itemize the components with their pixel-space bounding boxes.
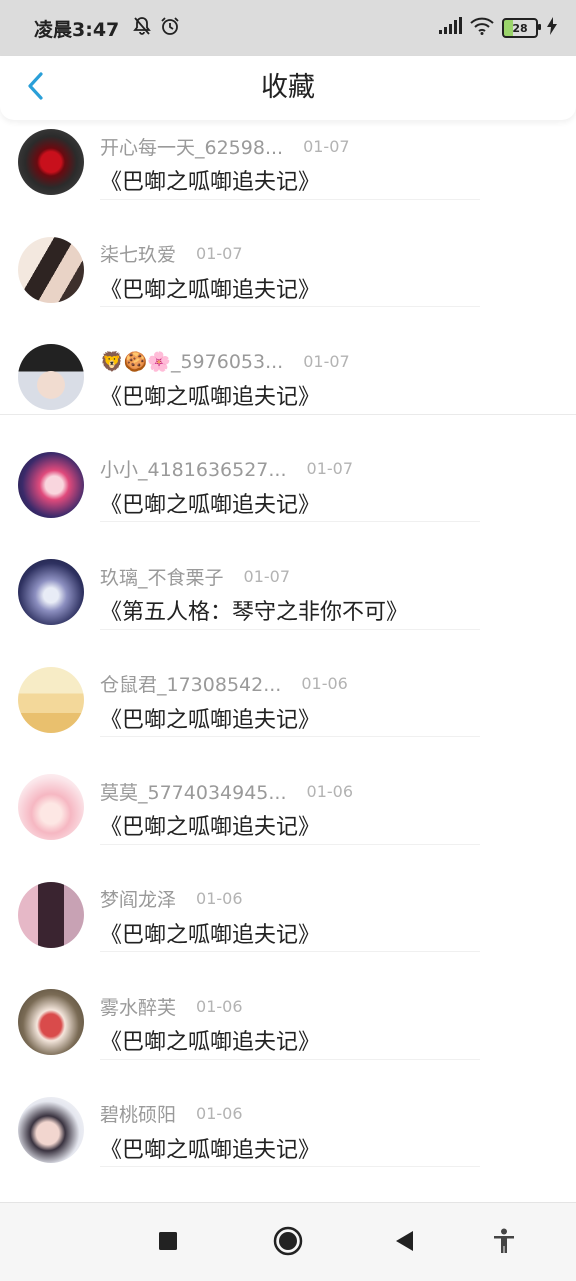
red-rose-icon[interactable] (18, 129, 84, 195)
book-title[interactable]: 《巴啣之呱啣追夫记》 (100, 164, 320, 196)
item-meta: 仓鼠君_17308542... 01-06 (100, 672, 348, 696)
alarm-clock-icon (159, 15, 181, 41)
user-name[interactable]: 梦阎龙泽 (100, 885, 176, 912)
wifi-icon (470, 17, 494, 39)
bell-muted-icon (131, 15, 153, 41)
item-meta: 梦阎龙泽 01-06 (100, 887, 243, 911)
item-meta: 🦁🍪🌸_5976053... 01-07 (100, 349, 350, 373)
status-time: 凌晨3:47 (34, 18, 120, 41)
post-date: 01-06 (196, 889, 243, 908)
item-meta: 碧桃硕阳 01-06 (100, 1102, 243, 1126)
anime-couple-icon[interactable] (18, 236, 84, 303)
book-title[interactable]: 《巴啣之呱啣追夫记》 (100, 917, 320, 949)
charging-icon (546, 17, 558, 39)
accessibility-icon (492, 1228, 516, 1258)
post-date: 01-06 (196, 996, 243, 1016)
post-date: 01-06 (301, 674, 348, 693)
bakery-icon[interactable] (18, 666, 84, 733)
signal-icon (438, 17, 462, 39)
list-item[interactable]: 梦阎龙泽 01-06 《巴啣之呱啣追夫记》 (0, 845, 576, 952)
home-circle-icon (273, 1226, 303, 1260)
post-date: 01-07 (196, 244, 243, 263)
user-name[interactable]: 碧桃硕阳 (100, 1100, 176, 1127)
list-item[interactable]: 柒七玖爱 01-07 《巴啣之呱啣追夫记》 (0, 200, 576, 307)
page-title: 收藏 (261, 72, 315, 103)
back-nav-button[interactable] (384, 1223, 424, 1263)
list-item[interactable]: 玖璃_不食栗子 01-07 《第五人格：琴守之非你不可》 (0, 522, 576, 630)
book-title[interactable]: 《巴啣之呱啣追夫记》 (100, 809, 320, 841)
square-icon (158, 1231, 178, 1255)
status-icons-left (131, 15, 181, 41)
book-title[interactable]: 《巴啣之呱啣追夫记》 (100, 272, 320, 304)
starry-girl-icon[interactable] (18, 559, 84, 625)
user-name[interactable]: 柒七玖爱 (100, 240, 176, 267)
list-item[interactable]: 碧桃硕阳 01-06 《巴啣之呱啣追夫记》 (0, 1060, 576, 1167)
user-name[interactable]: 仓鼠君_17308542... (100, 670, 281, 697)
list-item[interactable]: 小小_4181636527... 01-07 《巴啣之呱啣追夫记》 (0, 415, 576, 522)
post-date: 01-06 (196, 1104, 243, 1123)
system-nav-bar (0, 1202, 576, 1281)
accessibility-button[interactable] (484, 1223, 524, 1263)
dark-hair-girl-icon[interactable] (18, 881, 84, 948)
user-name[interactable]: 小小_4181636527... (100, 455, 287, 482)
item-meta: 莫莫_5774034945... 01-06 (100, 778, 354, 805)
book-title[interactable]: 《巴啣之呱啣追夫记》 (100, 379, 320, 411)
pink-anime-girl-icon[interactable] (18, 451, 84, 518)
user-name[interactable]: 莫莫_5774034945... (100, 778, 287, 805)
user-name[interactable]: 🦁🍪🌸_5976053... (100, 350, 283, 373)
book-title[interactable]: 《巴啣之呱啣追夫记》 (100, 487, 320, 519)
item-meta: 开心每一天_62598... 01-07 (100, 133, 350, 160)
list-item[interactable]: 雾水醉芙 01-06 《巴啣之呱啣追夫记》 (0, 952, 576, 1060)
post-date: 01-07 (243, 566, 291, 586)
favorites-list: 开心每一天_62598... 01-07 《巴啣之呱啣追夫记》 柒七玖爱 01-… (0, 92, 576, 1167)
app-header: 收藏 (0, 56, 576, 120)
user-name[interactable]: 玖璃_不食栗子 (100, 563, 224, 590)
post-date: 01-07 (303, 351, 350, 371)
item-meta: 雾水醉芙 01-06 (100, 993, 243, 1020)
user-name[interactable]: 雾水醉芙 (100, 993, 176, 1020)
triangle-back-icon (393, 1229, 415, 1257)
recents-button[interactable] (148, 1223, 188, 1263)
book-title[interactable]: 《巴啣之呱啣追夫记》 (100, 1132, 320, 1164)
user-name[interactable]: 开心每一天_62598... (100, 133, 283, 160)
divider (100, 1166, 480, 1167)
post-date: 01-07 (306, 459, 354, 478)
boy-portrait-icon[interactable] (18, 344, 84, 410)
list-item[interactable]: 🦁🍪🌸_5976053... 01-07 《巴啣之呱啣追夫记》 (0, 307, 576, 415)
sneakers-icon[interactable] (18, 989, 84, 1055)
item-meta: 玖璃_不食栗子 01-07 (100, 563, 291, 590)
book-title[interactable]: 《巴啣之呱啣追夫记》 (100, 702, 320, 734)
post-date: 01-07 (303, 136, 350, 156)
battery-icon: 28 (502, 18, 541, 38)
status-icons-right: 28 (438, 17, 558, 39)
book-title[interactable]: 《第五人格：琴守之非你不可》 (100, 594, 408, 626)
item-meta: 柒七玖爱 01-07 (100, 242, 243, 266)
cherry-anime-girl-icon[interactable] (18, 774, 84, 840)
item-meta: 小小_4181636527... 01-07 (100, 457, 353, 481)
home-button[interactable] (268, 1223, 308, 1263)
list-item[interactable]: 莫莫_5774034945... 01-06 《巴啣之呱啣追夫记》 (0, 737, 576, 845)
list-item[interactable]: 仓鼠君_17308542... 01-06 《巴啣之呱啣追夫记》 (0, 630, 576, 737)
post-date: 01-06 (306, 781, 354, 801)
book-title[interactable]: 《巴啣之呱啣追夫记》 (100, 1024, 320, 1056)
face-portrait-icon[interactable] (18, 1096, 84, 1163)
status-bar: 凌晨3:47 28 (0, 0, 576, 56)
